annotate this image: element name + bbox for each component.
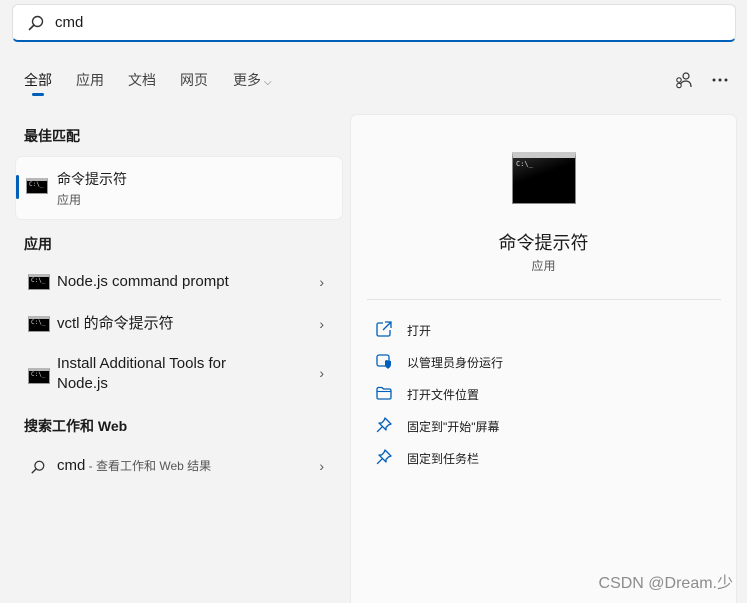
web-search-item[interactable]: cmd - 查看工作和 Web 结果 › — [16, 446, 342, 486]
web-suffix: - 查看工作和 Web 结果 — [85, 459, 212, 473]
action-label: 以管理员身份运行 — [407, 356, 504, 370]
command-prompt-icon: C:\_ — [28, 316, 50, 332]
list-item[interactable]: C:\_ vctl 的命令提示符 › — [16, 304, 342, 344]
tab-more-label: 更多 — [233, 72, 261, 88]
web-query: cmd — [57, 457, 86, 474]
action-label: 打开文件位置 — [407, 388, 480, 402]
app-label-line1: Install Additional Tools for — [57, 355, 226, 372]
best-match-heading: 最佳匹配 — [24, 128, 80, 144]
action-label: 固定到"开始"屏幕 — [407, 420, 500, 434]
command-prompt-large-icon: C:\_ — [512, 152, 576, 204]
filter-tabs: 全部 应用 文档 网页 更多 ⌵ — [0, 60, 747, 100]
web-heading: 搜索工作和 Web — [24, 418, 128, 434]
search-icon — [28, 15, 44, 31]
best-match-title: 命令提示符 — [57, 171, 127, 187]
chevron-right-icon[interactable]: › — [319, 274, 324, 290]
details-pane: C:\_ 命令提示符 应用 打开 以管理员身份运行 打开文件位置 固定到"开始"… — [351, 115, 736, 603]
command-prompt-icon: C:\_ — [28, 274, 50, 290]
folder-icon — [376, 386, 392, 400]
results-list: 最佳匹配 C:\_ 命令提示符 应用 应用 C:\_ Node.js comma… — [0, 110, 350, 603]
search-box[interactable]: cmd — [12, 4, 736, 42]
app-subtitle: 应用 — [531, 259, 556, 273]
selection-marker — [16, 175, 19, 199]
action-run-as-admin[interactable]: 以管理员身份运行 — [375, 350, 705, 374]
best-match-subtitle: 应用 — [57, 193, 82, 207]
chevron-down-icon: ⌵ — [264, 77, 272, 88]
app-title: 命令提示符 — [498, 233, 589, 253]
list-item[interactable]: C:\_ Install Additional Tools for Node.j… — [16, 348, 342, 398]
shield-admin-icon — [376, 354, 391, 369]
tab-web[interactable]: 网页 — [180, 70, 208, 90]
action-open-file-location[interactable]: 打开文件位置 — [375, 382, 705, 406]
app-label: vctl 的命令提示符 — [57, 315, 174, 332]
apps-heading: 应用 — [24, 236, 52, 252]
watermark: CSDN @Dream.少 — [598, 575, 733, 592]
app-label: Node.js command prompt — [57, 273, 229, 290]
action-open[interactable]: 打开 — [375, 318, 705, 342]
best-match-item[interactable]: C:\_ 命令提示符 应用 — [16, 157, 342, 219]
action-label: 固定到任务栏 — [407, 452, 480, 466]
tab-more[interactable]: 更多 ⌵ — [233, 70, 272, 90]
ellipsis-icon — [712, 78, 728, 82]
pin-icon — [376, 417, 392, 433]
command-prompt-icon: C:\_ — [28, 368, 50, 384]
chevron-right-icon[interactable]: › — [319, 458, 324, 474]
chevron-right-icon[interactable]: › — [319, 316, 324, 332]
tab-all[interactable]: 全部 — [24, 70, 52, 90]
pin-icon — [376, 449, 392, 465]
list-item[interactable]: C:\_ Node.js command prompt › — [16, 262, 342, 302]
chevron-right-icon[interactable]: › — [319, 365, 324, 381]
account-switch-button[interactable] — [670, 66, 698, 94]
command-prompt-icon: C:\_ — [26, 178, 48, 194]
tab-documents[interactable]: 文档 — [128, 70, 156, 90]
open-external-icon — [376, 321, 392, 337]
active-tab-indicator — [32, 93, 44, 96]
app-label-line2: Node.js — [57, 375, 108, 392]
divider — [367, 299, 721, 300]
tab-apps[interactable]: 应用 — [76, 70, 104, 90]
action-pin-to-taskbar[interactable]: 固定到任务栏 — [375, 446, 705, 470]
more-options-button[interactable] — [706, 66, 734, 94]
search-input[interactable]: cmd — [55, 14, 83, 31]
action-pin-to-start[interactable]: 固定到"开始"屏幕 — [375, 414, 705, 438]
search-icon — [31, 460, 45, 474]
action-label: 打开 — [407, 324, 432, 338]
account-network-icon — [676, 72, 692, 89]
